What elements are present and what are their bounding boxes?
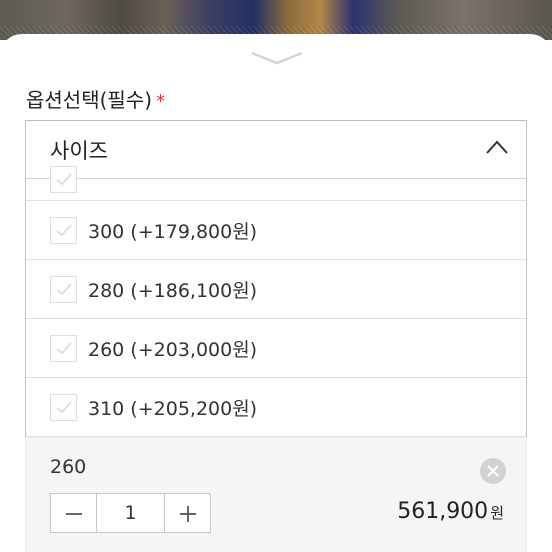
check-icon (56, 400, 72, 413)
option-checkbox[interactable] (50, 216, 77, 244)
check-icon (56, 282, 72, 295)
remove-option-button[interactable] (480, 458, 506, 484)
option-checkbox[interactable] (50, 275, 77, 303)
size-dropdown: 사이즈 300 (+179,800원) 280 (+186,100원) 260 … (25, 120, 527, 450)
size-option[interactable] (26, 142, 526, 201)
option-checkbox[interactable] (50, 393, 77, 421)
size-option-label: 310 (+205,200원) (88, 397, 258, 420)
size-option[interactable]: 260 (+203,000원) (26, 319, 526, 378)
size-option[interactable]: 280 (+186,100원) (26, 260, 526, 319)
chevron-down-icon[interactable] (250, 50, 304, 66)
size-option-list: 300 (+179,800원) 280 (+186,100원) 260 (+20… (26, 166, 526, 449)
size-option-label: 300 (+179,800원) (88, 220, 258, 243)
option-section-title-text: 옵션선택(필수) (26, 88, 153, 112)
close-icon (487, 465, 499, 477)
size-option[interactable]: 300 (+179,800원) (26, 201, 526, 260)
quantity-stepper: 1 (50, 493, 211, 533)
increase-quantity-button[interactable] (164, 494, 210, 532)
selected-size-label: 260 (50, 456, 87, 478)
minus-icon (66, 513, 82, 515)
option-section-title: 옵션선택(필수) * (26, 84, 165, 113)
check-icon (56, 223, 72, 236)
price-value: 561,900 (397, 499, 489, 524)
quantity-value[interactable]: 1 (97, 494, 164, 532)
plus-icon (180, 506, 196, 522)
size-option[interactable]: 310 (+205,200원) (26, 378, 526, 437)
price-unit: 원 (490, 504, 504, 522)
decrease-quantity-button[interactable] (51, 494, 97, 532)
check-icon (56, 173, 72, 186)
selected-option-panel: 260 1 561,900 원 (25, 437, 527, 552)
size-option-label: 280 (+186,100원) (88, 279, 258, 302)
option-checkbox[interactable] (50, 334, 77, 362)
option-price: 561,900 원 (397, 499, 504, 524)
option-checkbox[interactable] (50, 166, 77, 193)
check-icon (56, 341, 72, 354)
size-option-label: 260 (+203,000원) (88, 338, 258, 361)
required-mark: * (156, 91, 166, 112)
